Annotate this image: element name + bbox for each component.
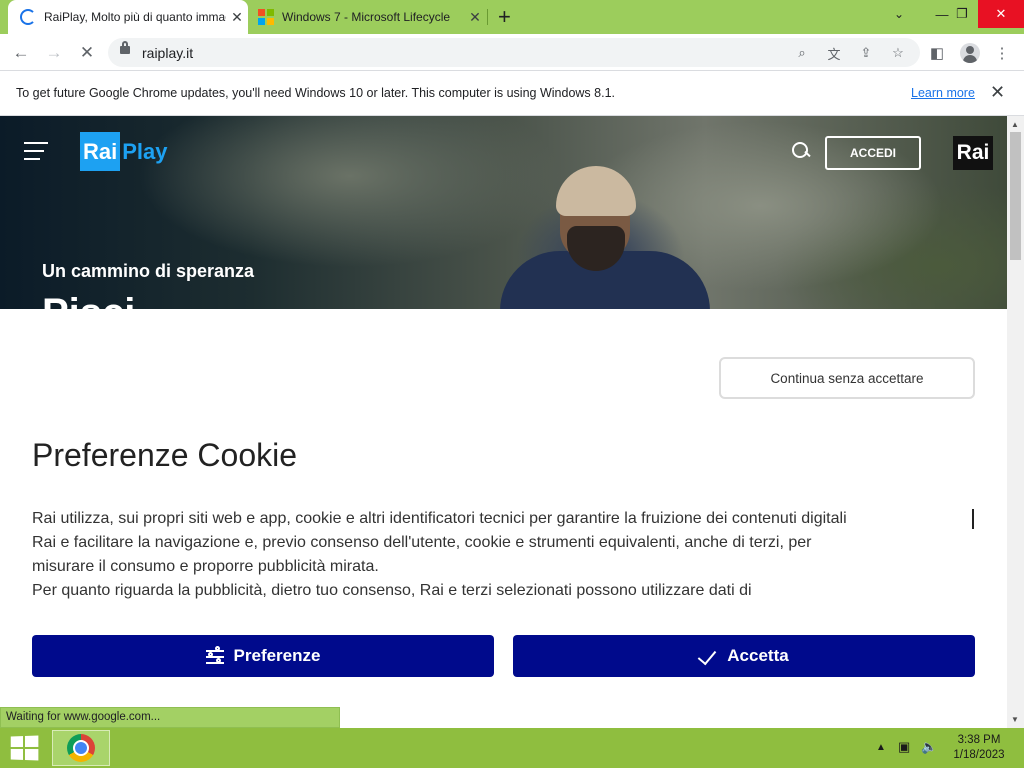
logo-play-text: Play (122, 138, 168, 164)
windows-start-icon[interactable] (10, 735, 39, 761)
side-panel-icon[interactable]: ◧ (926, 42, 948, 64)
network-icon[interactable]: ▣ (898, 739, 910, 755)
page-scrollbar[interactable]: ▲ ▼ (1007, 116, 1024, 728)
more-menu-icon[interactable]: ⋮ (991, 42, 1013, 64)
share-icon[interactable]: ⇪ (856, 43, 876, 63)
window-close-button[interactable]: ✕ (978, 0, 1024, 28)
stop-loading-icon[interactable]: ✕ (76, 42, 98, 64)
scrollbar-thumb[interactable] (1010, 132, 1021, 260)
preferences-button-label: Preferenze (233, 646, 321, 665)
hero-image-figure-hat (556, 166, 636, 216)
checkmark-icon (699, 647, 717, 665)
continue-without-accepting-button[interactable]: Continua senza accettare (719, 357, 975, 399)
logo-rai-text: Rai (80, 132, 121, 171)
tab-title: Windows 7 - Microsoft Lifecycle (282, 10, 451, 24)
address-bar[interactable]: raiplay.it ⌕ 文 ⇪ ☆ (108, 38, 920, 67)
microsoft-logo-icon (258, 9, 274, 25)
infobar-message: To get future Google Chrome updates, you… (16, 86, 615, 100)
volume-icon[interactable]: 🔈 (921, 739, 937, 755)
accept-button-label: Accetta (727, 646, 789, 665)
show-hidden-icons-icon[interactable]: ▲ (876, 742, 886, 753)
zoom-search-icon[interactable]: ⌕ (792, 43, 812, 63)
hamburger-menu-icon[interactable] (24, 140, 48, 162)
translate-icon[interactable]: 文 (824, 43, 844, 63)
url-text: raiplay.it (142, 45, 194, 61)
web-page: Rai Play ACCEDI Rai Un cammino di speran… (0, 116, 1007, 728)
forward-arrow-icon[interactable]: → (43, 42, 65, 64)
cookie-text-line: Rai utilizza, sui propri siti web e app,… (32, 510, 847, 527)
clock-time: 3:38 PM (957, 734, 1001, 746)
cookie-description[interactable]: Rai utilizza, sui propri siti web e app,… (32, 507, 972, 599)
clock-date: 1/18/2023 (953, 749, 1005, 761)
browser-toolbar: ← → ✕ raiplay.it ⌕ 文 ⇪ ☆ ◧ ⋮ (0, 34, 1024, 71)
profile-avatar[interactable] (959, 42, 981, 64)
tab-close-icon[interactable]: ✕ (464, 9, 486, 26)
tab-title: RaiPlay, Molto più di quanto immaginavi (44, 10, 226, 24)
hero-title: Pisci (42, 293, 135, 309)
scroll-down-arrow-icon[interactable]: ▼ (1011, 715, 1019, 724)
lock-icon[interactable] (120, 41, 130, 54)
login-button[interactable]: ACCEDI (825, 136, 921, 170)
preferences-button[interactable]: Preferenze (32, 635, 494, 677)
scroll-up-arrow-icon[interactable]: ▲ (1011, 120, 1019, 129)
back-arrow-icon[interactable]: ← (10, 42, 32, 64)
cookie-title: Preferenze Cookie (32, 437, 298, 473)
accept-button[interactable]: Accetta (513, 635, 975, 677)
tab-microsoft-lifecycle[interactable]: Windows 7 - Microsoft Lifecycle ✕ (250, 0, 486, 34)
rai-brand-logo[interactable]: Rai (953, 136, 993, 170)
text-scroll-indicator[interactable] (972, 509, 974, 529)
hero-subtitle: Un cammino di speranza (42, 261, 255, 281)
bookmark-star-icon[interactable]: ☆ (888, 43, 908, 63)
search-icon[interactable] (792, 142, 810, 160)
browser-tab-strip: RaiPlay, Molto più di quanto immaginavi … (0, 0, 1024, 34)
cookie-consent-dialog: Continua senza accettare Preferenze Cook… (0, 309, 1007, 728)
avatar-icon (960, 43, 980, 63)
tab-close-icon[interactable]: ✕ (226, 9, 248, 26)
raiplay-logo[interactable]: Rai Play (80, 132, 168, 171)
restore-button[interactable]: ❐ (945, 0, 979, 28)
chrome-icon (67, 734, 95, 762)
system-clock[interactable]: 3:38 PM 1/18/2023 (948, 733, 1010, 763)
cookie-text-line: Per quanto riguarda la pubblicità, dietr… (32, 582, 752, 599)
learn-more-link[interactable]: Learn more (911, 86, 975, 100)
cookie-text-line: misurare il consumo e proporre pubblicit… (32, 558, 379, 575)
windows-taskbar: ▲ ▣ 🔈 3:38 PM 1/18/2023 (0, 728, 1024, 768)
sliders-icon (205, 646, 224, 664)
tab-separator (487, 9, 488, 25)
tab-search-button[interactable]: ⌄ (882, 0, 916, 28)
update-infobar: To get future Google Chrome updates, you… (0, 72, 1024, 116)
loading-spinner-icon (20, 9, 36, 25)
hero-banner: Rai Play ACCEDI Rai Un cammino di speran… (0, 116, 1007, 331)
infobar-close-icon[interactable]: ✕ (990, 82, 1005, 103)
new-tab-button[interactable]: + (498, 4, 511, 30)
cookie-text-line: Rai e facilitare la navigazione e, previ… (32, 534, 812, 551)
taskbar-chrome-button[interactable] (52, 730, 110, 766)
tab-raiplay[interactable]: RaiPlay, Molto più di quanto immaginavi … (8, 0, 248, 34)
loading-status-bubble: Waiting for www.google.com... (0, 707, 340, 728)
